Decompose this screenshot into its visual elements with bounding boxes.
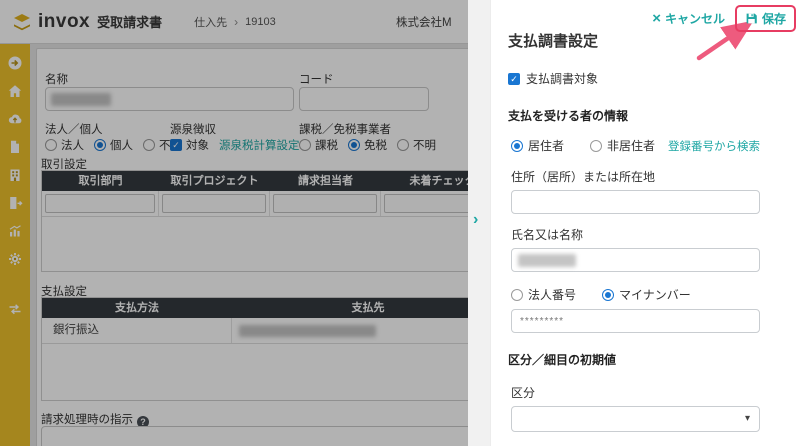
recipient-name-label: 氏名又は名称 — [508, 226, 760, 243]
category-select[interactable] — [511, 406, 760, 432]
modal-scrim — [0, 0, 468, 446]
radio-nonresident-label[interactable]: 非居住者 — [607, 137, 655, 154]
panel-actions: キャンセル 保存 — [652, 5, 796, 32]
residency-radio-group: 居住者 非居住者 登録番号から検索 — [508, 137, 760, 154]
address-label: 住所（居所）または所在地 — [508, 168, 760, 185]
masked-number-value: ********* — [512, 310, 759, 334]
cancel-button[interactable]: キャンセル — [652, 10, 725, 27]
radio-nonresident[interactable] — [590, 140, 602, 152]
subject-checkbox-label[interactable]: 支払調書対象 — [526, 70, 598, 87]
save-label: 保存 — [762, 10, 786, 27]
radio-corporate-number-label[interactable]: 法人番号 — [528, 286, 576, 303]
cancel-label: キャンセル — [665, 10, 725, 27]
masked-recipient-name — [518, 254, 576, 267]
recipient-heading: 支払を受ける者の情報 — [508, 107, 760, 124]
save-annotation-box: 保存 — [735, 5, 796, 32]
save-floppy-icon — [745, 12, 758, 25]
category-label: 区分 — [508, 384, 760, 401]
radio-my-number[interactable] — [602, 289, 614, 301]
subject-checkbox-row: 支払調書対象 — [508, 70, 760, 87]
subject-checkbox[interactable] — [508, 73, 520, 85]
address-input[interactable] — [511, 190, 760, 214]
payment-record-panel: キャンセル 保存 — [490, 0, 800, 446]
recipient-name-input[interactable] — [511, 248, 760, 272]
defaults-heading: 区分／細目の初期値 — [508, 351, 760, 368]
app-screen: invox 受取請求書 仕入先 › 19103 株式会社M — [0, 0, 800, 446]
radio-corporate-number[interactable] — [511, 289, 523, 301]
save-button[interactable]: 保存 — [745, 10, 786, 27]
registration-search-link[interactable]: 登録番号から検索 — [668, 138, 760, 154]
number-type-radio-group: 法人番号 マイナンバー — [508, 286, 760, 303]
radio-my-number-label[interactable]: マイナンバー — [619, 286, 691, 303]
chevron-down-icon — [745, 413, 750, 424]
radio-resident-label[interactable]: 居住者 — [528, 137, 564, 154]
expand-chevron-icon[interactable]: › — [473, 212, 478, 228]
panel-body: 支払調書設定 支払調書対象 支払を受ける者の情報 居住者 非居住者 登録番号から… — [491, 30, 800, 446]
close-icon — [652, 12, 661, 26]
number-input[interactable]: ********* — [511, 309, 760, 333]
main-region: invox 受取請求書 仕入先 › 19103 株式会社M — [0, 0, 468, 446]
panel-collapse-bar: › — [468, 0, 490, 446]
radio-resident[interactable] — [511, 140, 523, 152]
